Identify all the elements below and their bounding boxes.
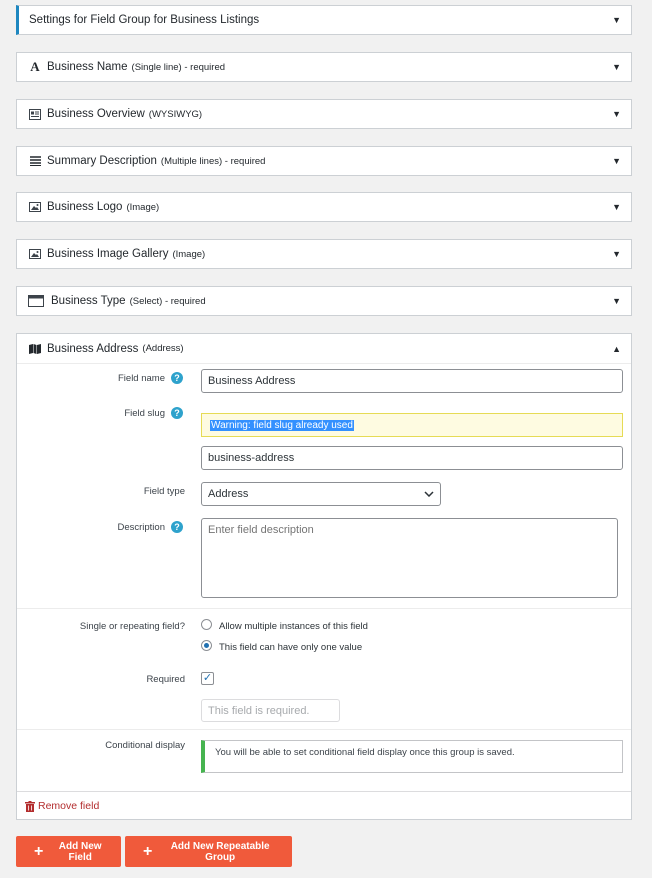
help-icon[interactable]: ? [171,372,183,384]
field-meta: (Single line) - required [131,61,226,73]
field-type-label: Field type [143,486,185,497]
slug-warning: Warning: field slug already used [201,413,623,437]
settings-panel[interactable]: Settings for Field Group for Business Li… [16,5,632,35]
field-panel-header[interactable]: Business Overview (WYSIWYG) ▼ [17,100,631,128]
lines-icon [27,156,43,166]
required-label: Required [146,674,185,685]
allow-multiple-label[interactable]: Allow multiple instances of this field [219,621,368,632]
caret-down-icon[interactable]: ▼ [612,202,621,212]
allow-multiple-radio[interactable] [201,619,212,630]
field-panel-summary-description[interactable]: Summary Description (Multiple lines) - r… [16,146,632,176]
field-panel-business-address[interactable]: Business Address (Address) ▲ Field name … [16,333,632,820]
description-label: Description [117,522,165,533]
separator [17,608,631,609]
field-panel-business-image-gallery[interactable]: Business Image Gallery (Image) ▼ [16,239,632,269]
single-value-label[interactable]: This field can have only one value [219,642,362,653]
field-name-label: Field name [118,373,165,384]
field-meta: (Image) [172,248,206,260]
editor-icon [27,108,43,120]
field-panel-business-logo[interactable]: Business Logo (Image) ▼ [16,192,632,222]
separator [17,729,631,730]
field-panel-business-name[interactable]: A Business Name (Single line) - required… [16,52,632,82]
description-textarea[interactable]: Enter field description [201,518,618,598]
plus-icon: + [34,842,44,860]
description-placeholder: Enter field description [208,524,314,536]
field-panel-business-type[interactable]: Business Type (Select) - required ▼ [16,286,632,316]
field-slug-input[interactable]: business-address [201,446,623,470]
add-new-field-button[interactable]: + Add New Field [16,836,121,867]
field-panel-business-overview[interactable]: Business Overview (WYSIWYG) ▼ [16,99,632,129]
caret-down-icon[interactable]: ▼ [612,156,621,166]
caret-down-icon[interactable]: ▼ [612,109,621,119]
map-icon [27,343,43,354]
caret-down-icon[interactable]: ▼ [612,62,621,72]
window-icon [27,295,45,307]
plus-icon: + [143,842,153,860]
field-name: Business Overview [47,108,145,120]
conditional-display-notice-text: You will be able to set conditional fiel… [215,747,515,758]
add-new-field-label: Add New Field [58,840,102,863]
image-icon [27,202,43,212]
help-icon[interactable]: ? [171,521,183,533]
field-panel-header[interactable]: Business Type (Select) - required ▼ [17,287,631,315]
field-panel-header[interactable]: Summary Description (Multiple lines) - r… [17,147,631,175]
required-message-input[interactable]: This field is required. [201,699,340,722]
field-name: Business Name [47,61,128,73]
field-type-select[interactable]: Address [201,482,441,506]
image-icon [27,249,43,259]
caret-down-icon[interactable]: ▼ [612,15,621,25]
field-meta: (Select) - required [129,295,206,307]
required-message-placeholder: This field is required. [208,704,310,717]
add-new-repeatable-group-label: Add New Repeatable Group [170,840,270,863]
remove-field-label[interactable]: Remove field [38,800,99,812]
trash-icon [25,800,35,812]
caret-down-icon[interactable]: ▼ [612,249,621,259]
single-value-radio[interactable] [201,640,212,651]
chevron-down-icon [424,491,434,497]
add-new-repeatable-group-button[interactable]: + Add New Repeatable Group [125,836,292,867]
field-panel-header[interactable]: Business Address (Address) ▲ [17,334,631,364]
required-checkbox[interactable]: ✓ [201,672,214,685]
field-name: Summary Description [47,155,157,167]
field-panel-header[interactable]: Business Image Gallery (Image) ▼ [17,240,631,268]
help-icon[interactable]: ? [171,407,183,419]
settings-panel-header[interactable]: Settings for Field Group for Business Li… [19,6,631,34]
field-slug-label: Field slug [124,408,165,419]
field-type-value: Address [208,488,249,500]
field-name: Business Address [47,342,139,355]
field-meta: (Image) [126,201,160,213]
text-a-icon: A [30,59,40,74]
single-or-repeating-label: Single or repeating field? [79,621,185,632]
field-meta: (WYSIWYG) [148,108,203,120]
remove-field-link[interactable]: Remove field [25,800,99,812]
field-panel-header[interactable]: Business Logo (Image) ▼ [17,193,631,221]
conditional-display-label: Conditional display [105,740,185,751]
field-meta: (Multiple lines) - required [160,155,266,167]
caret-up-icon[interactable]: ▲ [612,344,621,354]
field-name: Business Type [51,295,126,307]
field-meta: (Address) [142,343,184,354]
caret-down-icon[interactable]: ▼ [612,296,621,306]
field-name: Business Image Gallery [47,248,169,260]
settings-panel-title: Settings for Field Group for Business Li… [29,14,260,26]
field-panel-header[interactable]: A Business Name (Single line) - required… [17,53,631,81]
field-name: Business Logo [47,201,123,213]
conditional-display-notice: You will be able to set conditional fiel… [201,740,623,773]
field-name-input[interactable]: Business Address [201,369,623,393]
slug-warning-text: Warning: field slug already used [210,419,354,431]
separator [17,791,631,792]
